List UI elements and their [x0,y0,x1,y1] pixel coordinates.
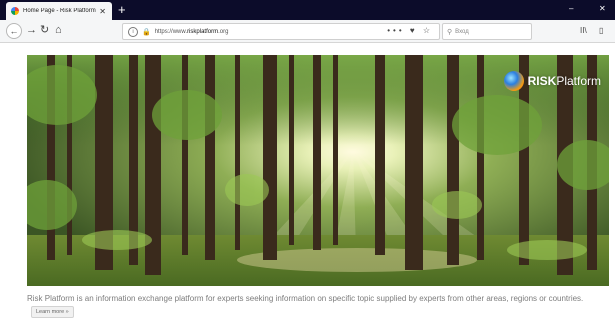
favicon-icon [11,7,19,15]
minimize-button[interactable]: – [569,5,573,13]
info-icon[interactable]: i [128,26,138,37]
logo-text: RISKPlatform [527,74,601,88]
learn-more-button[interactable]: Learn more » [31,305,74,318]
tab-close-icon[interactable]: ✕ [99,7,106,16]
forward-button[interactable]: → [26,24,37,36]
new-tab-button[interactable]: + [118,3,126,16]
search-placeholder: Вход [455,28,469,35]
library-icon[interactable]: II\ [580,26,587,35]
risk-platform-logo: RISKPlatform [503,71,601,91]
home-button[interactable]: ⌂ [55,24,62,36]
reload-button[interactable]: ↻ [40,24,49,36]
page-actions-icon[interactable]: ••• ♥ ☆ [387,26,433,35]
description-text: Risk Platform is an information exchange… [27,294,584,303]
window-close-button[interactable]: ✕ [599,5,606,13]
intro-paragraph: Risk Platform is an information exchange… [27,292,612,318]
globe-logo-icon [503,71,524,91]
tab-title: Home Page - Risk Platform [23,8,96,14]
search-input[interactable]: ⚲ Вход [442,23,532,40]
lock-icon: 🔒 [142,28,151,36]
back-button[interactable]: ← [6,23,22,39]
sidebar-icon[interactable]: ▯ [599,26,603,35]
url-text[interactable]: https://www.riskplatform.org [155,29,229,35]
search-icon: ⚲ [447,28,453,36]
navigation-toolbar: ← → ↻ ⌂ i 🔒 https://www.riskplatform.org… [0,20,615,43]
hero-image: RISKPlatform [27,55,609,286]
tab-strip: Home Page - Risk Platform ✕ + – ✕ [0,0,615,20]
browser-tab[interactable]: Home Page - Risk Platform ✕ [6,2,112,20]
url-bar[interactable]: i 🔒 https://www.riskplatform.org ••• ♥ ☆ [122,23,440,40]
